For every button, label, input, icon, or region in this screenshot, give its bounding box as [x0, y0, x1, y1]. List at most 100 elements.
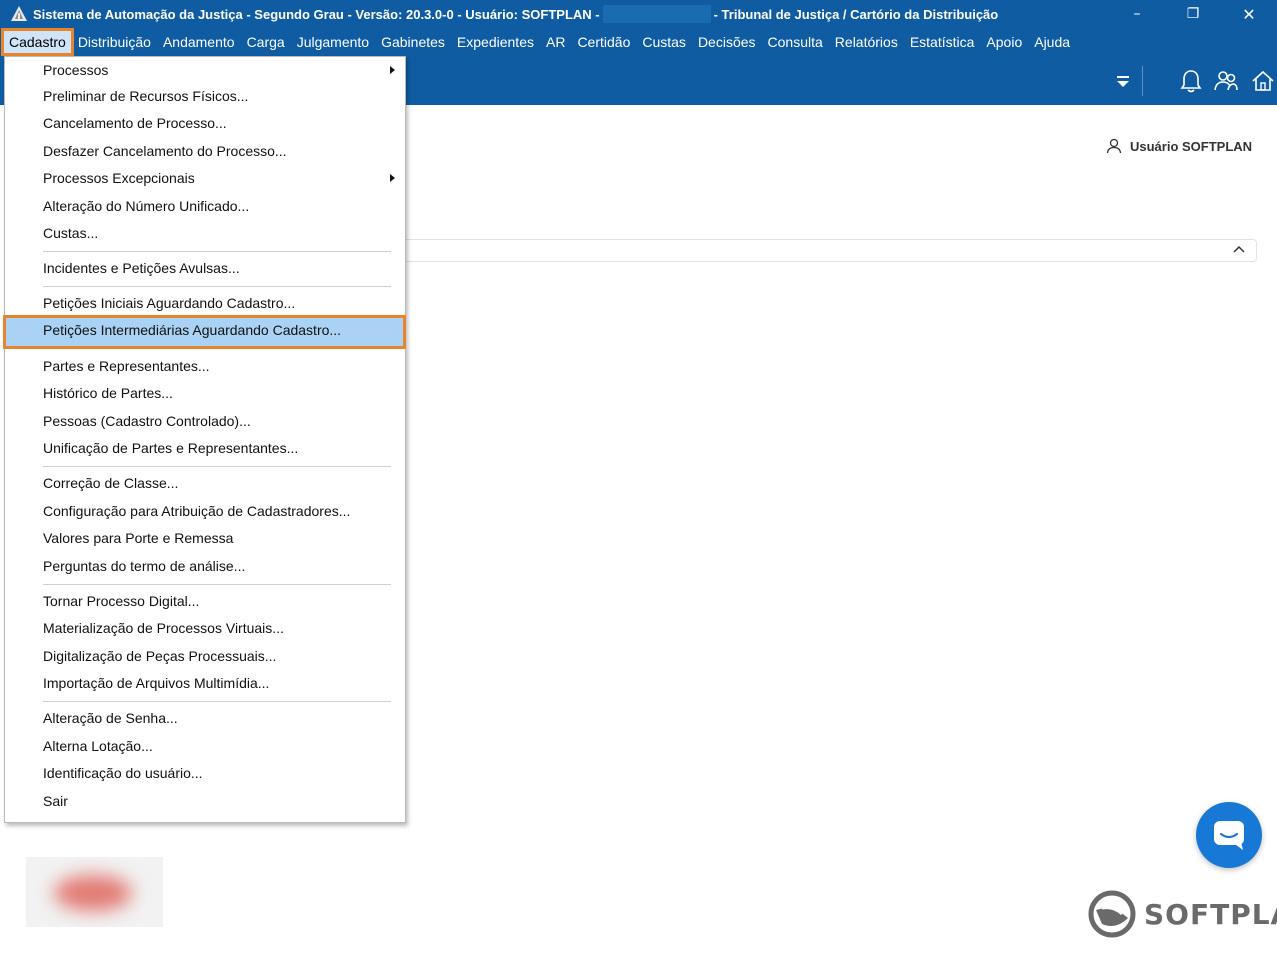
menu-apoio[interactable]: Apoio: [980, 30, 1028, 54]
menu-item-label: Correção de Classe...: [43, 475, 179, 491]
menu-item-label: Importação de Arquivos Multimídia...: [43, 675, 270, 691]
window-controls: – ❐ ✕: [1109, 0, 1277, 28]
menu-item-label: Tornar Processo Digital...: [43, 593, 200, 609]
menu-item-importacao-multimidia[interactable]: Importação de Arquivos Multimídia...: [5, 670, 405, 696]
menu-item-alterna-lotacao[interactable]: Alterna Lotação...: [5, 733, 405, 759]
menu-item-label: Histórico de Partes...: [43, 385, 173, 401]
menu-carga[interactable]: Carga: [241, 30, 291, 54]
chat-button[interactable]: [1196, 802, 1262, 868]
menu-decisoes[interactable]: Decisões: [692, 30, 762, 54]
filter-dropdown-icon[interactable]: [1110, 68, 1136, 94]
window-title: Sistema de Automação da Justiça - Segund…: [33, 5, 998, 23]
menu-item-label: Alteração de Senha...: [43, 710, 178, 726]
menu-item-label: Incidentes e Petições Avulsas...: [43, 260, 240, 276]
menu-item-digitalizacao[interactable]: Digitalização de Peças Processuais...: [5, 643, 405, 669]
menu-item-label: Petições Iniciais Aguardando Cadastro...: [43, 295, 296, 311]
chevron-up-icon[interactable]: [1232, 243, 1246, 257]
menu-item-label: Alterna Lotação...: [43, 738, 153, 754]
submenu-arrow-icon: [390, 174, 395, 182]
menu-item-label: Petições Intermediárias Aguardando Cadas…: [43, 322, 342, 338]
menu-item-tornar-digital[interactable]: Tornar Processo Digital...: [5, 588, 405, 614]
window-title-right: - Tribunal de Justiça / Cartório da Dist…: [713, 6, 999, 22]
menu-item-label: Pessoas (Cadastro Controlado)...: [43, 413, 251, 429]
menu-item-alteracao-numero[interactable]: Alteração do Número Unificado...: [5, 193, 405, 219]
menu-item-label: Custas...: [43, 225, 99, 241]
menu-item-label: Alteração do Número Unificado...: [43, 198, 250, 214]
menu-item-label: Valores para Porte e Remessa: [43, 530, 234, 546]
menu-item-historico-partes[interactable]: Histórico de Partes...: [5, 380, 405, 406]
menu-item-label: Sair: [43, 793, 68, 809]
app-window: Sistema de Automação da Justiça - Segund…: [0, 0, 1277, 953]
menu-ajuda[interactable]: Ajuda: [1028, 30, 1076, 54]
current-user-name: Usuário SOFTPLAN: [1130, 138, 1253, 154]
menu-andamento[interactable]: Andamento: [157, 30, 241, 54]
menu-item-label: Cancelamento de Processo...: [43, 115, 227, 131]
justice-logo-icon: [11, 6, 27, 21]
menu-separator: [43, 466, 391, 467]
menu-item-preliminar-recursos[interactable]: Preliminar de Recursos Físicos...: [5, 83, 405, 109]
menu-item-label: Digitalização de Peças Processuais...: [43, 648, 277, 664]
softplan-logo-icon: [1088, 890, 1136, 938]
menu-expedientes[interactable]: Expedientes: [451, 30, 540, 54]
menu-cadastro[interactable]: Cadastro: [1, 28, 74, 56]
menu-item-sair[interactable]: Sair: [5, 788, 405, 814]
menu-item-label: Processos Excepcionais: [43, 170, 195, 186]
menu-item-incidentes-peticoes[interactable]: Incidentes e Petições Avulsas...: [5, 255, 405, 281]
menu-consulta[interactable]: Consulta: [762, 30, 829, 54]
restore-button[interactable]: ❐: [1165, 0, 1221, 28]
menu-item-cancelamento-processo[interactable]: Cancelamento de Processo...: [5, 110, 405, 136]
menu-item-label: Partes e Representantes...: [43, 358, 210, 374]
menu-item-correcao-classe[interactable]: Correção de Classe...: [5, 470, 405, 496]
menu-item-label: Unificação de Partes e Representantes...: [43, 440, 299, 456]
menu-item-processos-excepcionais[interactable]: Processos Excepcionais: [5, 165, 405, 191]
menu-item-label: Desfazer Cancelamento do Processo...: [43, 143, 287, 159]
current-user-label[interactable]: Usuário SOFTPLAN: [1106, 138, 1252, 154]
home-icon[interactable]: [1250, 68, 1276, 94]
blurred-logo-shape: [54, 875, 132, 911]
menu-estatistica[interactable]: Estatística: [904, 30, 981, 54]
menu-item-materializacao[interactable]: Materialização de Processos Virtuais...: [5, 615, 405, 641]
menu-distribuicao[interactable]: Distribuição: [72, 30, 157, 54]
menu-item-label: Perguntas do termo de análise...: [43, 558, 246, 574]
menu-julgamento[interactable]: Julgamento: [291, 30, 375, 54]
blurred-logo-image: [26, 857, 163, 927]
minimize-button[interactable]: –: [1109, 0, 1165, 28]
menu-item-identificacao-usuario[interactable]: Identificação do usuário...: [5, 760, 405, 786]
menu-item-pessoas-cadastro[interactable]: Pessoas (Cadastro Controlado)...: [5, 408, 405, 434]
menu-item-valores-porte[interactable]: Valores para Porte e Remessa: [5, 525, 405, 551]
submenu-arrow-icon: [390, 66, 395, 74]
toolbar-separator: [1142, 66, 1143, 96]
redacted-username: [602, 5, 711, 23]
collapsible-panel-header[interactable]: [404, 239, 1257, 262]
menu-item-partes-representantes[interactable]: Partes e Representantes...: [5, 353, 405, 379]
menu-gabinetes[interactable]: Gabinetes: [375, 30, 451, 54]
menu-item-alteracao-senha[interactable]: Alteração de Senha...: [5, 705, 405, 731]
close-button[interactable]: ✕: [1221, 0, 1277, 28]
menu-custas[interactable]: Custas: [636, 30, 692, 54]
softplan-brand: SOFTPLAN: [1088, 890, 1277, 938]
menu-item-unificacao-partes[interactable]: Unificação de Partes e Representantes...: [5, 435, 405, 461]
users-icon[interactable]: [1213, 68, 1239, 94]
menu-ar[interactable]: AR: [540, 30, 571, 54]
menu-item-desfazer-cancelamento[interactable]: Desfazer Cancelamento do Processo...: [5, 138, 405, 164]
menu-item-label: Preliminar de Recursos Físicos...: [43, 88, 249, 104]
chat-icon: [1214, 821, 1244, 850]
menu-item-label: Materialização de Processos Virtuais...: [43, 620, 284, 636]
menu-separator: [43, 286, 391, 287]
menu-item-custas[interactable]: Custas...: [5, 220, 405, 246]
menu-item-perguntas-termo[interactable]: Perguntas do termo de análise...: [5, 553, 405, 579]
menu-bar: Cadastro Distribuição Andamento Carga Ju…: [0, 28, 1277, 56]
menu-separator: [43, 701, 391, 702]
menu-item-peticoes-intermediarias[interactable]: Petições Intermediárias Aguardando Cadas…: [3, 315, 406, 349]
bell-icon[interactable]: [1178, 68, 1204, 94]
menu-item-processos[interactable]: Processos: [5, 57, 405, 83]
menu-item-configuracao-atribuicao[interactable]: Configuração para Atribuição de Cadastra…: [5, 498, 405, 524]
softplan-brand-text: SOFTPLAN: [1144, 897, 1277, 931]
menu-item-peticoes-iniciais[interactable]: Petições Iniciais Aguardando Cadastro...: [5, 290, 405, 316]
menu-item-label: Configuração para Atribuição de Cadastra…: [43, 503, 351, 519]
menu-certidao[interactable]: Certidão: [571, 30, 636, 54]
menu-relatorios[interactable]: Relatórios: [829, 30, 904, 54]
menu-item-label: Processos: [43, 62, 109, 78]
menu-separator: [43, 251, 391, 252]
user-icon: [1106, 138, 1122, 154]
